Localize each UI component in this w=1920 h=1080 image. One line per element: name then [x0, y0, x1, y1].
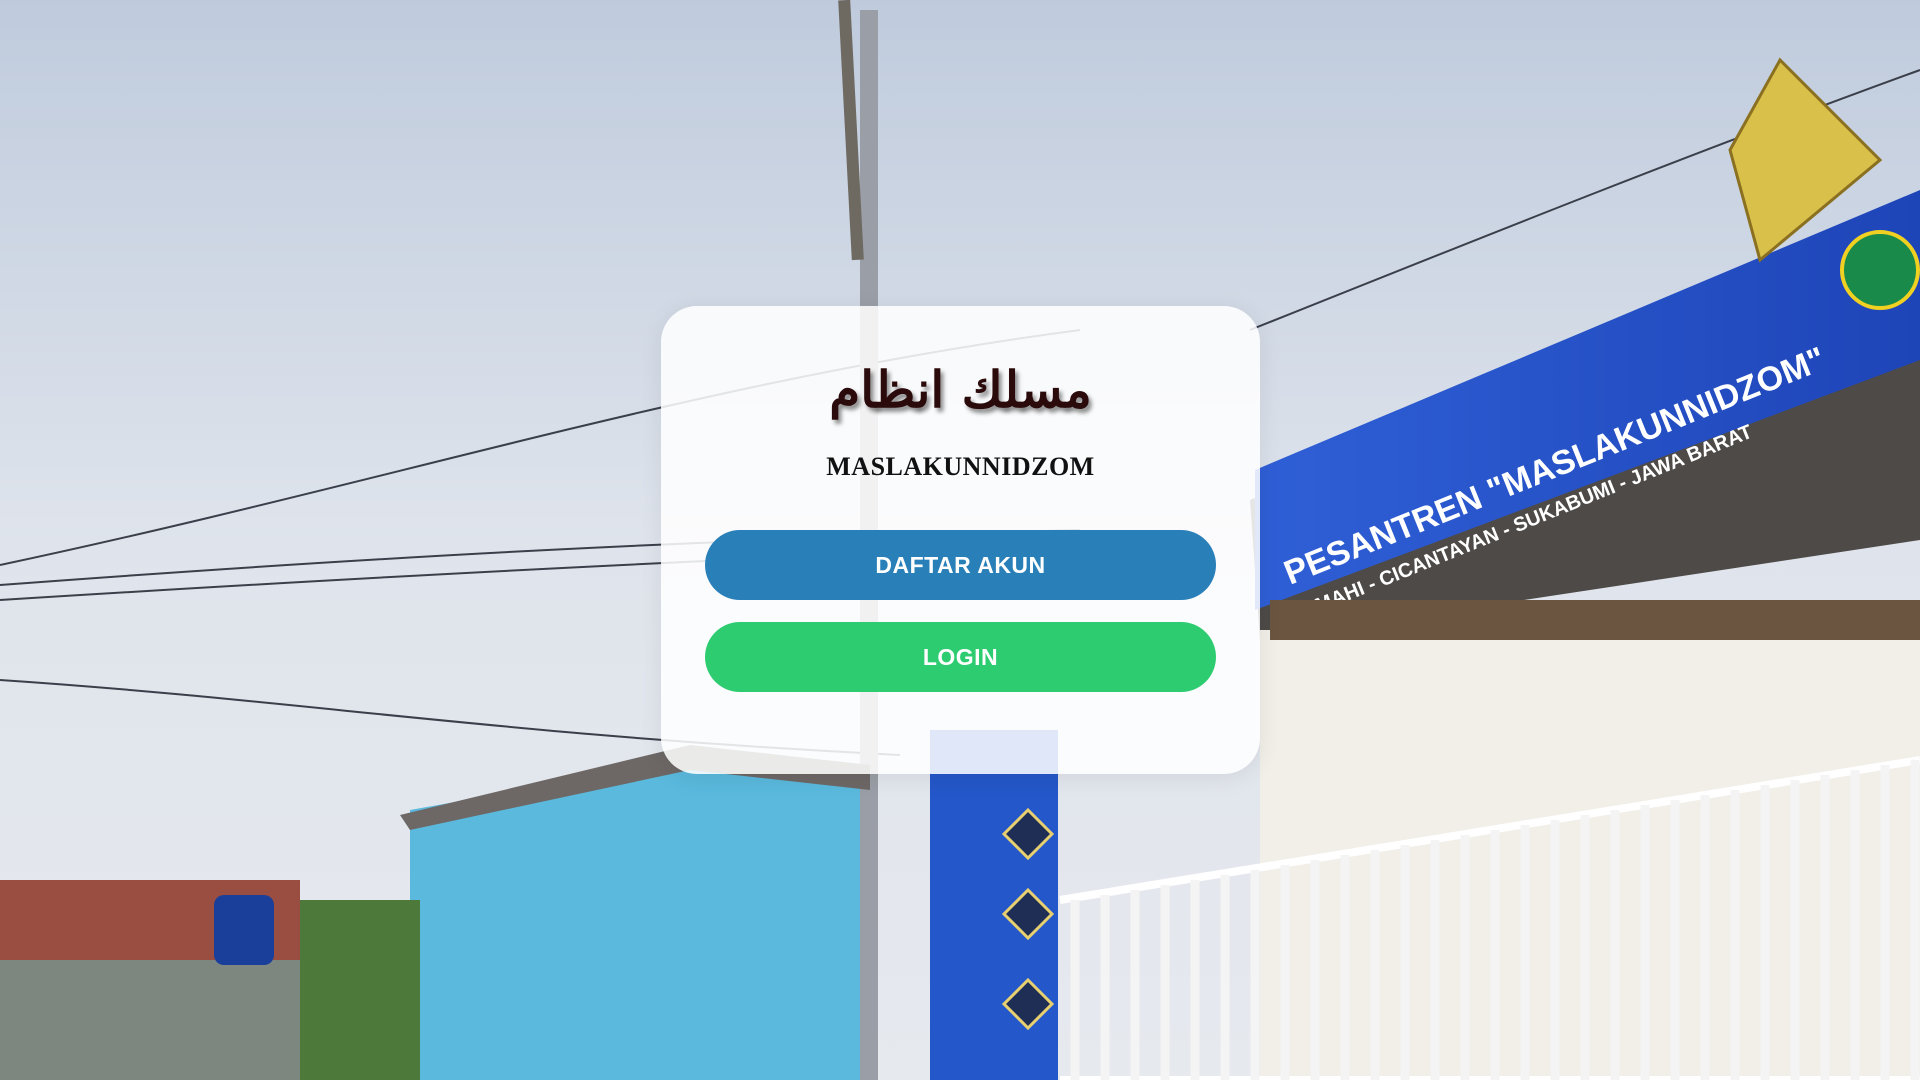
page-title: MASLAKUNNIDZOM [826, 452, 1095, 481]
login-card: مسلك انظام MASLAKUNNIDZOM DAFTAR AKUN LO… [661, 306, 1260, 774]
register-button[interactable]: DAFTAR AKUN [705, 530, 1216, 600]
login-button[interactable]: LOGIN [705, 622, 1216, 692]
arabic-title: مسلك انظام [829, 360, 1092, 419]
